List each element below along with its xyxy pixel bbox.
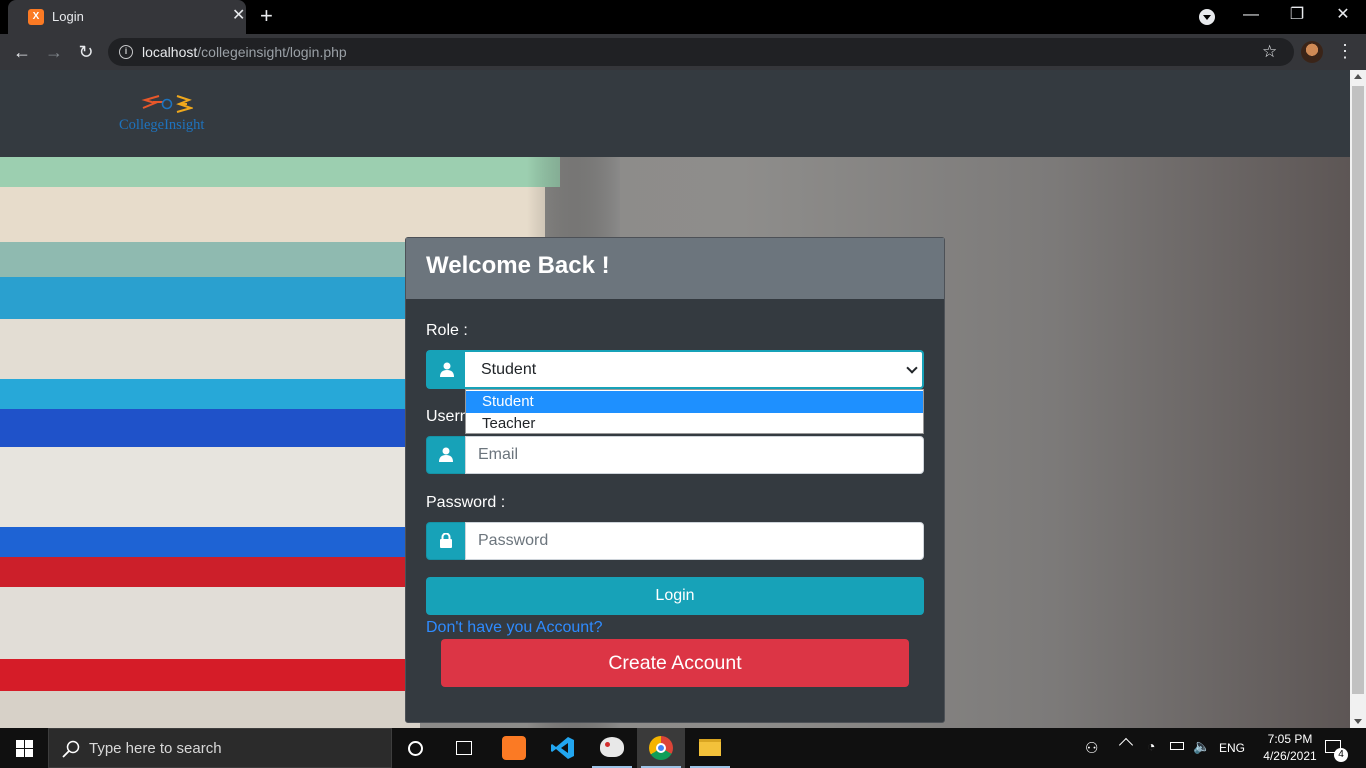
role-user-icon — [426, 350, 466, 389]
role-label: Role : — [426, 322, 468, 339]
site-info-icon[interactable]: i — [119, 45, 133, 59]
xampp-favicon-icon: X — [28, 9, 44, 25]
wifi-icon[interactable]: ◔ — [1147, 738, 1155, 754]
notification-count-badge: 4 — [1334, 748, 1348, 762]
xampp-app-icon[interactable] — [490, 728, 538, 768]
email-user-icon — [426, 436, 466, 474]
chevron-down-icon — [906, 362, 918, 374]
role-select-value: Student — [481, 361, 537, 378]
taskbar-search-box[interactable]: Type here to search — [48, 728, 392, 768]
logo-icon[interactable] — [141, 94, 193, 114]
lock-icon — [426, 522, 466, 560]
search-icon — [62, 740, 80, 758]
back-button[interactable]: ← — [10, 40, 34, 64]
tab-search-icon[interactable] — [1199, 9, 1215, 25]
clock-date[interactable]: 4/26/2021 — [1250, 749, 1330, 763]
username-label: Usern — [426, 408, 469, 425]
signup-link[interactable]: Don't have you Account? — [426, 619, 603, 637]
card-title: Welcome Back ! — [426, 252, 610, 279]
file-explorer-icon[interactable] — [686, 728, 734, 768]
windows-logo-icon — [16, 740, 33, 757]
bookmark-star-icon[interactable]: ☆ — [1262, 42, 1277, 62]
cortana-icon[interactable] — [392, 728, 440, 768]
browser-tab[interactable]: X Login ✕ — [8, 0, 246, 34]
vscode-app-icon[interactable] — [539, 728, 587, 768]
role-option-student[interactable]: Student — [466, 391, 923, 413]
page-scrollbar[interactable] — [1350, 70, 1366, 728]
password-field[interactable]: Password — [465, 522, 924, 560]
tab-close-icon[interactable]: ✕ — [232, 7, 245, 25]
role-select[interactable]: Student — [465, 350, 924, 389]
role-option-teacher[interactable]: Teacher — [466, 413, 923, 435]
clock-time[interactable]: 7:05 PM — [1260, 732, 1320, 746]
battery-icon[interactable] — [1170, 742, 1184, 750]
chrome-app-icon[interactable] — [637, 728, 685, 768]
restore-button[interactable]: ❐ — [1282, 4, 1312, 26]
login-button[interactable]: Login — [426, 577, 924, 615]
reload-button[interactable]: ↻ — [74, 40, 98, 64]
tab-title: Login — [52, 9, 84, 24]
scroll-up-icon[interactable] — [1354, 74, 1362, 79]
logo-text[interactable]: CollegeInsight — [119, 117, 204, 134]
show-hidden-icons-icon[interactable] — [1118, 737, 1134, 753]
browser-menu-icon[interactable]: ⋮ — [1336, 41, 1354, 61]
new-tab-button[interactable]: + — [260, 4, 273, 28]
card-header: Welcome Back ! — [406, 238, 944, 299]
task-view-icon[interactable] — [440, 728, 488, 768]
create-account-button[interactable]: Create Account — [441, 639, 909, 687]
browser-tab-strip: X Login ✕ + — ❐ ✕ — [0, 0, 1366, 34]
close-window-button[interactable]: ✕ — [1328, 4, 1358, 26]
url-text[interactable]: localhost/collegeinsight/login.php — [142, 44, 347, 60]
people-icon[interactable]: ⚇ — [1085, 739, 1098, 757]
scroll-down-icon[interactable] — [1354, 719, 1362, 724]
volume-icon[interactable]: 🔈 — [1193, 738, 1210, 755]
scroll-thumb[interactable] — [1352, 86, 1364, 694]
role-dropdown-list: Student Teacher — [465, 389, 924, 434]
forward-button[interactable]: → — [42, 40, 66, 64]
windows-taskbar: Type here to search ⚇ ◔ 🔈 ENG 7:05 PM 4/… — [0, 728, 1366, 768]
paint-app-icon[interactable] — [588, 728, 636, 768]
language-indicator[interactable]: ENG — [1219, 741, 1245, 755]
minimize-button[interactable]: — — [1236, 4, 1266, 26]
email-field[interactable]: Email — [465, 436, 924, 474]
login-card: Welcome Back ! Role : Student Usern Emai… — [405, 237, 945, 723]
search-placeholder: Type here to search — [89, 740, 222, 757]
site-navbar: CollegeInsight — [0, 70, 1350, 157]
password-label: Password : — [426, 494, 506, 511]
profile-avatar[interactable] — [1301, 41, 1323, 63]
start-button[interactable] — [0, 728, 48, 768]
page-viewport: CollegeInsight Welcome Back ! Role: Stu… — [0, 70, 1350, 728]
